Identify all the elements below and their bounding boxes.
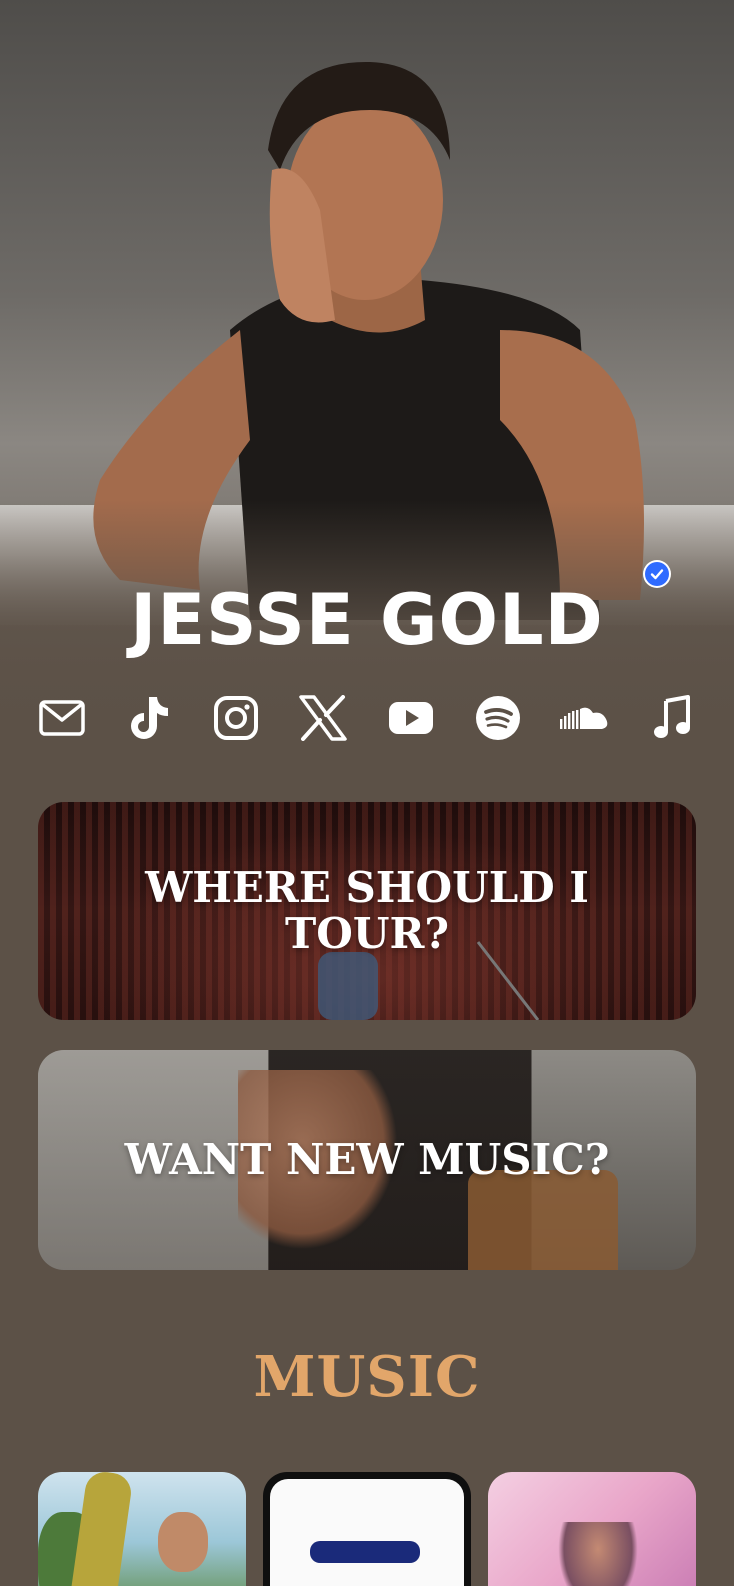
artist-name: JESSE GOLD <box>130 579 604 661</box>
spotify-icon[interactable] <box>470 690 526 746</box>
artist-portrait-image <box>558 1522 638 1586</box>
new-music-card[interactable]: WANT NEW MUSIC? <box>38 1050 696 1270</box>
music-section-title: MUSIC <box>253 1344 481 1410</box>
artist-lying-image <box>310 1541 420 1563</box>
soundcloud-icon[interactable] <box>557 690 613 746</box>
email-icon[interactable] <box>34 690 90 746</box>
tour-card-title: WHERE SHOULD I TOUR? <box>145 863 589 958</box>
tiktok-icon[interactable] <box>121 690 177 746</box>
tour-poll-card[interactable]: WHERE SHOULD I TOUR? <box>38 802 696 1020</box>
album-cover[interactable] <box>38 1472 246 1586</box>
instagram-icon[interactable] <box>208 690 264 746</box>
album-cover[interactable] <box>263 1472 471 1586</box>
artist-pants-image <box>468 1170 618 1270</box>
music-card-title: WANT NEW MUSIC? <box>124 1135 610 1184</box>
album-cover-art <box>270 1479 464 1586</box>
artist-face-image <box>158 1512 208 1572</box>
social-links <box>34 690 700 746</box>
x-icon[interactable] <box>295 690 351 746</box>
youtube-icon[interactable] <box>383 690 439 746</box>
music-note-icon[interactable] <box>644 690 700 746</box>
album-grid <box>38 1472 696 1586</box>
album-cover[interactable] <box>488 1472 696 1586</box>
